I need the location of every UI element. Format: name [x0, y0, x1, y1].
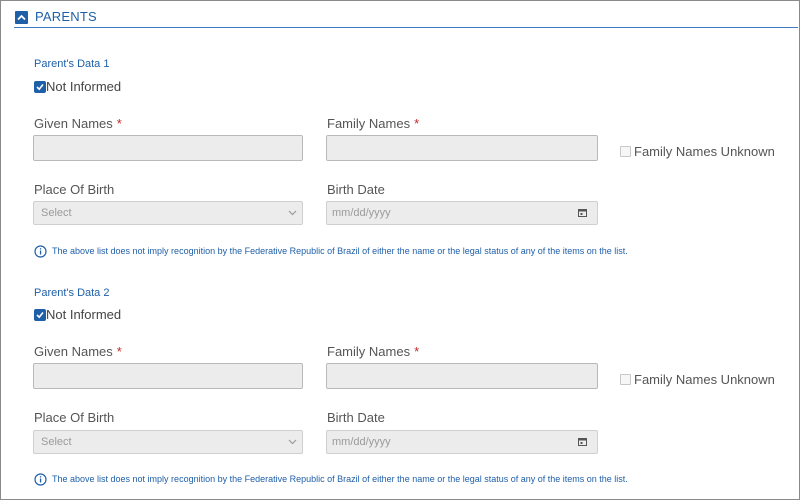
- header-divider: [14, 27, 798, 28]
- checkmark-icon: [36, 311, 44, 319]
- given-names-label: Given Names *: [34, 344, 122, 359]
- family-names-label-text: Family Names: [327, 116, 411, 131]
- not-informed-label: Not Informed: [46, 79, 122, 94]
- chevron-down-icon: [288, 439, 297, 445]
- checkbox-checked[interactable]: [34, 309, 46, 321]
- notice-text: The above list does not imply recognitio…: [52, 246, 628, 256]
- place-of-birth-label: Place Of Birth: [34, 410, 115, 425]
- parent-2-title: Parent's Data 2: [34, 287, 110, 299]
- date-placeholder: mm/dd/yyyy: [332, 207, 391, 219]
- chevron-down-icon: [288, 210, 297, 216]
- parent-1-title: Parent's Data 1: [34, 58, 110, 70]
- checkmark-icon: [36, 83, 44, 91]
- checkbox-checked[interactable]: [34, 81, 46, 93]
- parents-section-header[interactable]: PARENTS: [0, 0, 798, 28]
- family-names-unknown-label: Family Names Unknown: [634, 372, 775, 387]
- chevron-up-icon: [17, 14, 26, 21]
- birth-date-input[interactable]: mm/dd/yyyy: [326, 430, 598, 454]
- place-of-birth-select[interactable]: Select: [33, 430, 303, 454]
- not-informed-label: Not Informed: [46, 307, 122, 322]
- given-names-input[interactable]: [33, 363, 303, 389]
- place-of-birth-label: Place Of Birth: [34, 182, 115, 197]
- select-placeholder: Select: [41, 436, 72, 448]
- section-title: PARENTS: [35, 9, 97, 24]
- collapse-button[interactable]: [15, 11, 28, 24]
- given-names-label-text: Given Names: [34, 116, 113, 131]
- required-marker: *: [414, 344, 420, 359]
- family-names-label-text: Family Names: [327, 344, 411, 359]
- info-icon: [34, 473, 47, 486]
- birth-date-label: Birth Date: [327, 410, 385, 425]
- select-placeholder: Select: [41, 207, 72, 219]
- calendar-icon[interactable]: [578, 437, 587, 446]
- place-of-birth-select[interactable]: Select: [33, 201, 303, 225]
- family-names-label: Family Names *: [327, 344, 419, 359]
- family-names-unknown-label: Family Names Unknown: [634, 144, 775, 159]
- family-names-input[interactable]: [326, 363, 598, 389]
- info-icon: [34, 245, 47, 258]
- given-names-label: Given Names *: [34, 116, 122, 131]
- given-names-label-text: Given Names: [34, 344, 113, 359]
- birth-date-input[interactable]: mm/dd/yyyy: [326, 201, 598, 225]
- family-names-input[interactable]: [326, 135, 598, 161]
- notice-text: The above list does not imply recognitio…: [52, 474, 628, 484]
- birth-date-label: Birth Date: [327, 182, 385, 197]
- date-placeholder: mm/dd/yyyy: [332, 436, 391, 448]
- required-marker: *: [414, 116, 420, 131]
- given-names-input[interactable]: [33, 135, 303, 161]
- checkbox-unchecked[interactable]: [620, 146, 631, 157]
- required-marker: *: [116, 344, 122, 359]
- required-marker: *: [116, 116, 122, 131]
- family-names-label: Family Names *: [327, 116, 419, 131]
- checkbox-unchecked[interactable]: [620, 374, 631, 385]
- calendar-icon[interactable]: [578, 208, 587, 217]
